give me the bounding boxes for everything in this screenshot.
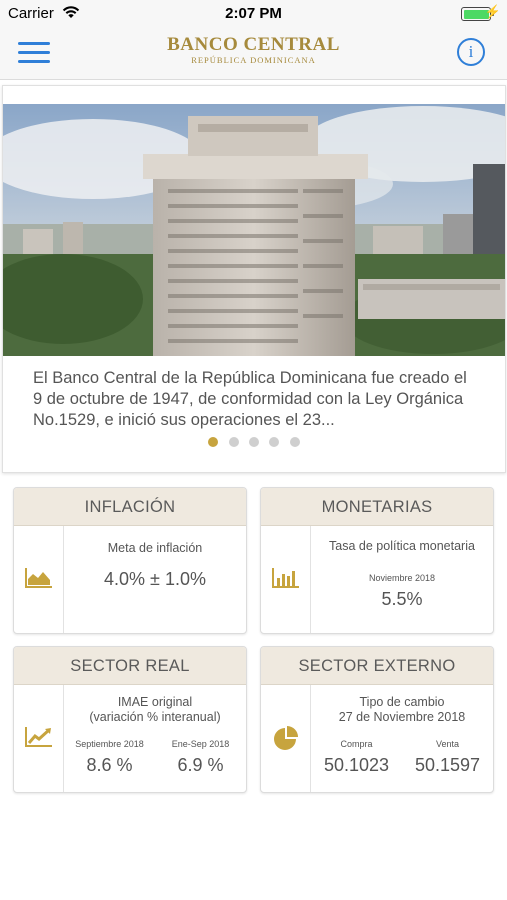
line-chart-icon bbox=[24, 725, 54, 754]
imae-period-1: Septiembre 2018 bbox=[75, 739, 144, 749]
policy-rate-value: 5.5% bbox=[381, 589, 423, 609]
exchange-rate-date: 27 de Noviembre 2018 bbox=[338, 710, 466, 724]
card-title: SECTOR EXTERNO bbox=[261, 647, 493, 685]
imae-sublabel: (variación % interanual) bbox=[89, 710, 221, 724]
imae-value-1: 8.6 % bbox=[86, 755, 133, 775]
card-title: INFLACIÓN bbox=[14, 488, 246, 526]
sell-value: 50.1597 bbox=[414, 755, 481, 775]
inflacion-card[interactable]: INFLACIÓN Meta de inflación 4.0% ± 1.0% bbox=[13, 487, 247, 634]
imae-label: IMAE original bbox=[117, 695, 193, 709]
brand-subtitle: REPÚBLICA DOMINICANA bbox=[191, 55, 316, 65]
sector-externo-card[interactable]: SECTOR EXTERNO Tipo de cambio 27 de Novi… bbox=[260, 646, 494, 793]
carousel-description: El Banco Central de la República Dominic… bbox=[33, 369, 467, 429]
bar-chart-icon bbox=[271, 566, 301, 595]
carousel-page-indicator[interactable] bbox=[3, 434, 505, 452]
exchange-rate-label: Tipo de cambio bbox=[359, 695, 445, 709]
imae-period-2: Ene-Sep 2018 bbox=[171, 739, 230, 749]
news-carousel[interactable]: El Banco Central de la República Dominic… bbox=[2, 85, 506, 473]
monetarias-card[interactable]: MONETARIAS Tasa de política monetaria No… bbox=[260, 487, 494, 634]
sector-real-card[interactable]: SECTOR REAL IMAE original (variación % i… bbox=[13, 646, 247, 793]
buy-value: 50.1023 bbox=[323, 755, 390, 775]
brand-title: BANCO CENTRAL bbox=[167, 34, 340, 55]
brand-logo: BANCO CENTRAL REPÚBLICA DOMINICANA bbox=[0, 34, 507, 65]
page-dot-3[interactable] bbox=[249, 437, 259, 447]
card-title: MONETARIAS bbox=[261, 488, 493, 526]
page-dot-5[interactable] bbox=[289, 437, 300, 447]
page-dot-1[interactable] bbox=[208, 437, 219, 447]
navigation-bar: BANCO CENTRAL REPÚBLICA DOMINICANA i bbox=[0, 28, 507, 80]
charging-icon: ⚡ bbox=[484, 4, 501, 19]
area-chart-icon bbox=[24, 566, 54, 595]
policy-rate-label: Tasa de política monetaria bbox=[329, 539, 475, 553]
info-button[interactable]: i bbox=[457, 38, 485, 66]
policy-rate-period: Noviembre 2018 bbox=[368, 573, 436, 583]
sell-label: Venta bbox=[435, 739, 460, 749]
inflation-value: 4.0% ± 1.0% bbox=[104, 569, 206, 589]
inflation-label: Meta de inflación bbox=[107, 541, 203, 555]
imae-value-2: 6.9 % bbox=[177, 755, 224, 775]
central-bank-building-image bbox=[3, 104, 505, 356]
page-dot-4[interactable] bbox=[269, 437, 280, 447]
buy-label: Compra bbox=[340, 739, 373, 749]
card-title: SECTOR REAL bbox=[14, 647, 246, 685]
pie-chart-icon bbox=[271, 725, 301, 756]
clock-time: 2:07 PM bbox=[225, 5, 282, 22]
status-bar: Carrier 2:07 PM ⚡ bbox=[0, 0, 507, 28]
page-dot-2[interactable] bbox=[228, 437, 239, 447]
